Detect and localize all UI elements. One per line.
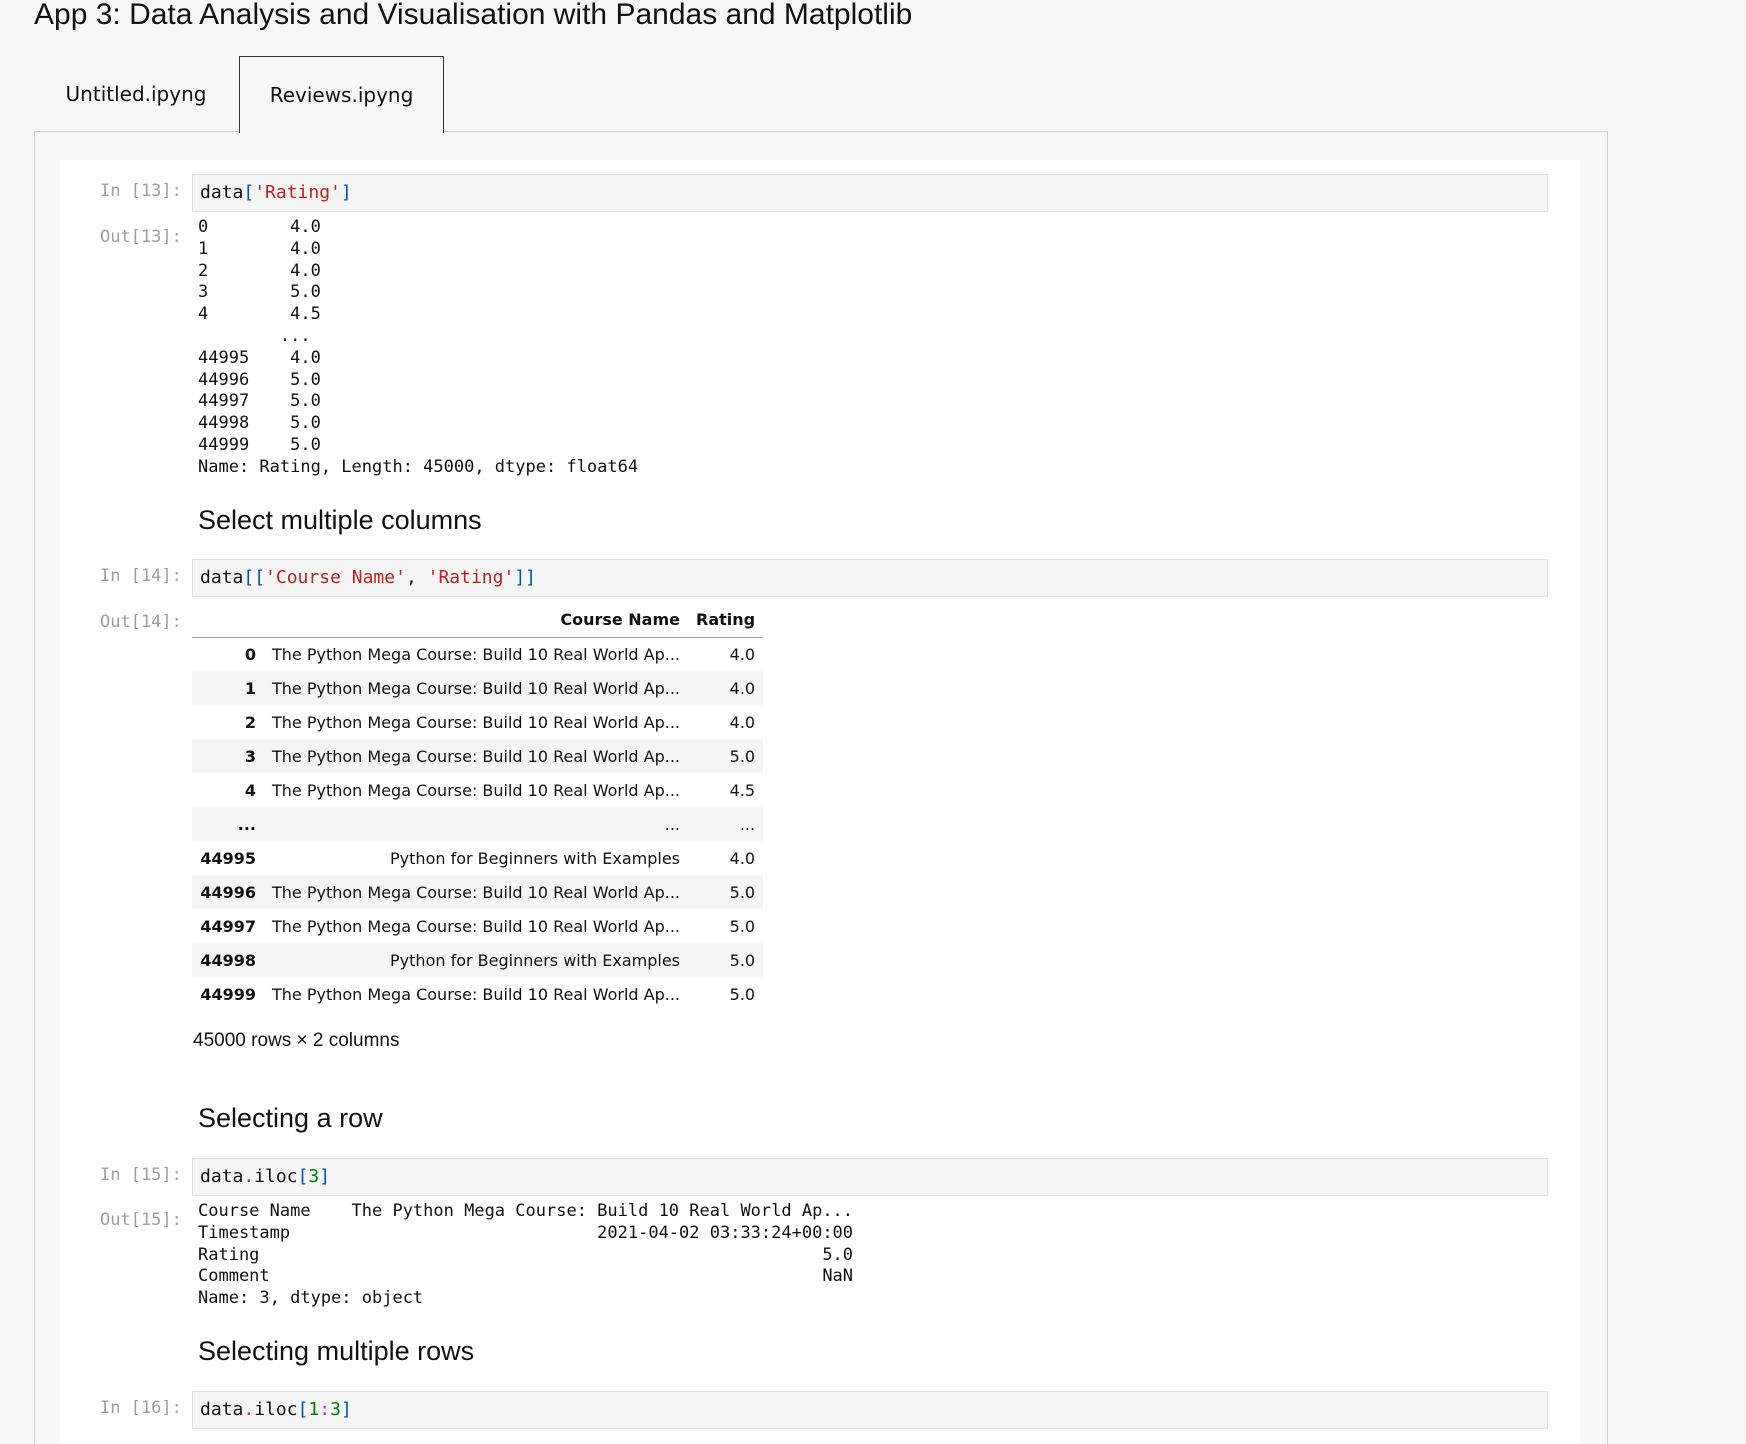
row-index: 1 (244, 678, 256, 698)
column-header: Rating (688, 603, 764, 638)
code-cell-input[interactable]: data.iloc[1:3] (192, 1391, 1548, 1429)
code-token: . (243, 1399, 255, 1420)
row-index: 44999 (200, 984, 256, 1004)
table-cell: ... (664, 814, 680, 834)
table-row: 1 The Python Mega Course: Build 10 Real W… (192, 671, 764, 705)
row-index: 0 (244, 644, 256, 664)
code-cell-input[interactable]: data['Rating'] (192, 174, 1548, 212)
table-row: 44999 The Python Mega Course: Build 10 Re… (192, 977, 763, 1011)
output-prompt: Out[15]: (100, 1210, 182, 1230)
table-cell: 5.0 (729, 746, 756, 766)
table-row: 2 The Python Mega Course: Build 10 Real W… (192, 705, 763, 739)
input-prompt: In [16]: (100, 1398, 182, 1418)
row-index: 44995 (200, 848, 256, 868)
cell-output-text: Course Name The Python Mega Course: Buil… (198, 1201, 854, 1309)
row-index: 44998 (200, 950, 256, 970)
tab-reviews[interactable]: Reviews.ipyng (239, 56, 444, 133)
code-token: [ (297, 1166, 309, 1187)
code-token: , (405, 567, 428, 588)
table-cell: Python for Beginners with Examples (390, 950, 680, 970)
code-token: 3 (308, 1166, 320, 1187)
code-token: ] (340, 182, 352, 203)
table-cell: The Python Mega Course: Build 10 Real Wo… (272, 678, 680, 698)
table-row: 0 The Python Mega Course: Build 10 Real W… (192, 637, 763, 671)
table-cell: The Python Mega Course: Build 10 Real Wo… (272, 644, 680, 664)
markdown-heading: Selecting multiple rows (198, 1336, 475, 1366)
code-token: [ (297, 1399, 309, 1420)
code-token: iloc (254, 1399, 298, 1420)
tab-untitled[interactable]: Untitled.ipyng (34, 56, 238, 132)
table-row: 44997 The Python Mega Course: Build 10 Re… (192, 909, 763, 943)
code-token: iloc (254, 1166, 298, 1187)
code-token: ]] (514, 567, 537, 588)
code-token: 3 (330, 1399, 341, 1420)
code-token: data (200, 1399, 244, 1420)
code-token: data (200, 182, 244, 203)
code-token: 'Course Name' (265, 567, 406, 588)
row-index: 2 (244, 712, 256, 732)
row-index: 44997 (200, 916, 256, 936)
output-prompt: Out[13]: (100, 227, 182, 247)
table-cell: 4.0 (729, 644, 756, 664)
input-prompt: In [15]: (100, 1165, 182, 1185)
dataframe-shape-note: 45000 rows × 2 columns (193, 1030, 400, 1051)
page-title: App 3: Data Analysis and Visualisation w… (34, 0, 913, 31)
notebook-tabs: Untitled.ipyng Reviews.ipyng (34, 56, 1608, 133)
table-cell: 5.0 (729, 916, 756, 936)
table-cell: 4.0 (729, 848, 756, 868)
code-token: data (200, 1166, 244, 1187)
code-token: 'Rating' (427, 567, 515, 588)
input-prompt: In [13]: (100, 181, 182, 201)
table-cell: The Python Mega Course: Build 10 Real Wo… (272, 916, 680, 936)
output-prompt: Out[14]: (100, 612, 182, 632)
table-row: ......... (192, 807, 764, 841)
code-token: ] (319, 1166, 331, 1187)
code-token: [[ (243, 567, 266, 588)
column-header: Course Name (264, 603, 688, 638)
code-token: data (200, 567, 244, 588)
dataframe-table: Course Name Rating 0 The Python Mega Cour… (192, 603, 764, 1011)
table-cell: 4.0 (729, 712, 756, 732)
table-row: 4 The Python Mega Course: Build 10 Real W… (192, 773, 763, 807)
code-token: . (243, 1166, 255, 1187)
table-cell: 5.0 (729, 950, 756, 970)
code-token: ] (340, 1399, 352, 1420)
table-row: 44995 Python for Beginners with Examples 4… (192, 841, 763, 875)
code-token: 1 (308, 1399, 320, 1420)
row-index: 4 (244, 780, 256, 800)
table-cell: 4.0 (729, 678, 756, 698)
markdown-heading: Select multiple columns (198, 505, 482, 535)
table-cell: ... (739, 814, 756, 834)
table-header-row: Course Name Rating (192, 603, 764, 638)
table-row: 44996 The Python Mega Course: Build 10 Re… (192, 875, 764, 909)
table-row: 3 The Python Mega Course: Build 10 Real W… (192, 739, 764, 773)
column-header (192, 603, 264, 638)
row-index: 44996 (200, 882, 256, 902)
table-cell: The Python Mega Course: Build 10 Real Wo… (272, 780, 680, 800)
table-cell: The Python Mega Course: Build 10 Real Wo… (272, 984, 680, 1004)
code-token: [ (243, 182, 255, 203)
input-prompt: In [14]: (100, 566, 182, 586)
table-cell: 5.0 (729, 882, 756, 902)
markdown-heading: Selecting a row (198, 1103, 383, 1133)
row-index: 3 (244, 746, 256, 766)
table-cell: 4.5 (729, 780, 756, 800)
table-cell: 5.0 (729, 984, 756, 1004)
code-cell-input[interactable]: data.iloc[3] (192, 1158, 1548, 1196)
cell-output-text: 0 4.0 1 4.0 2 4.0 3 5.0 4 4.5 ... 44995 … (198, 217, 639, 477)
row-index: ... (237, 814, 256, 834)
code-token: 'Rating' (254, 182, 341, 203)
table-cell: The Python Mega Course: Build 10 Real Wo… (272, 882, 680, 902)
table-cell: The Python Mega Course: Build 10 Real Wo… (272, 712, 680, 732)
code-token: : (319, 1399, 331, 1420)
table-cell: The Python Mega Course: Build 10 Real Wo… (272, 746, 680, 766)
table-cell: Python for Beginners with Examples (390, 848, 680, 868)
table-row: 44998 Python for Beginners with Examples 5… (192, 943, 764, 977)
code-cell-input[interactable]: data[['Course Name', 'Rating']] (192, 559, 1548, 597)
